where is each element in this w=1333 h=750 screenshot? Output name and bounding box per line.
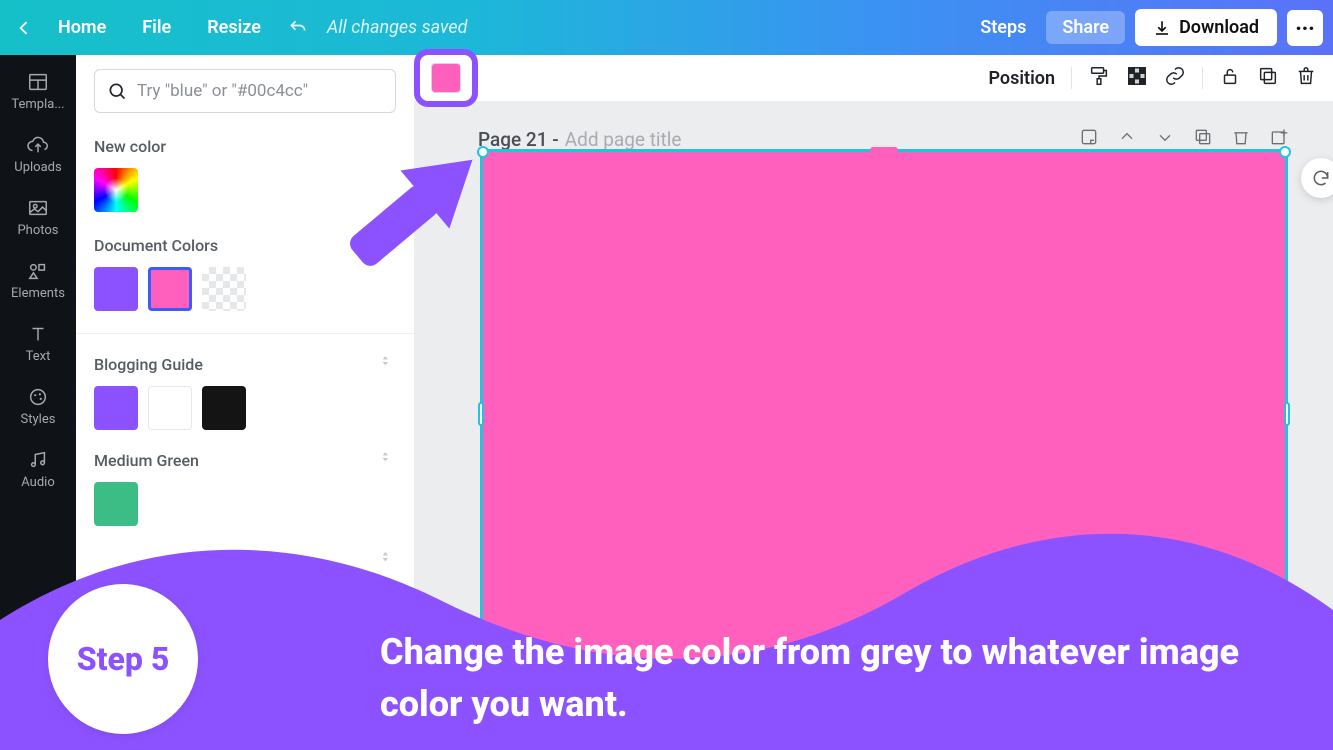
download-label: Download (1179, 17, 1259, 38)
nav-uploads[interactable]: Uploads (0, 124, 76, 187)
back-icon[interactable] (10, 14, 38, 42)
editor-toolbar: Position (414, 55, 1333, 101)
file-menu[interactable]: File (126, 9, 187, 46)
page-notes-icon[interactable] (1079, 127, 1099, 151)
duplicate-icon[interactable] (1257, 65, 1279, 91)
resize-handle-tc[interactable] (870, 147, 898, 153)
refresh-fab[interactable] (1301, 158, 1333, 198)
expand-icon-3[interactable] (380, 550, 396, 570)
color-search[interactable] (94, 69, 396, 113)
color-panel: New color Document Colors Blogging Guide… (76, 55, 414, 750)
expand-icon[interactable] (380, 354, 396, 374)
resize-handle-mr[interactable] (1284, 402, 1290, 426)
transparency-icon[interactable] (1126, 65, 1148, 91)
nav-audio-label: Audio (21, 475, 54, 490)
blogging-guide-heading: Blogging Guide (94, 355, 203, 374)
page-duplicate-icon[interactable] (1193, 127, 1213, 151)
guide-color-purple[interactable] (94, 386, 138, 430)
doc-color-purple[interactable] (94, 267, 138, 311)
doc-color-pink[interactable] (148, 267, 192, 311)
nav-elements-label: Elements (11, 286, 65, 301)
medium-green-heading: Medium Green (94, 451, 199, 470)
nav-photos[interactable]: Photos (0, 187, 76, 250)
top-menu-bar: Home File Resize All changes saved Steps… (0, 0, 1333, 55)
nav-photos-label: Photos (17, 223, 58, 238)
left-nav-rail: Templa... Uploads Photos Elements Text S… (0, 55, 76, 750)
nav-text[interactable]: Text (0, 313, 76, 376)
nav-uploads-label: Uploads (14, 160, 61, 175)
link-icon[interactable] (1164, 65, 1186, 91)
guide-color-white[interactable] (148, 386, 192, 430)
nav-elements[interactable]: Elements (0, 250, 76, 313)
design-page[interactable] (480, 149, 1288, 679)
nav-templates-label: Templa... (11, 97, 64, 112)
more-menu-button[interactable]: ··· (1287, 10, 1323, 46)
save-status: All changes saved (327, 17, 468, 38)
color-search-input[interactable] (137, 81, 383, 101)
page-title-placeholder[interactable]: Add page title (565, 128, 682, 151)
resize-handle-ml[interactable] (478, 402, 484, 426)
page-down-icon[interactable] (1155, 127, 1175, 151)
new-color-picker[interactable] (94, 168, 138, 212)
undo-icon[interactable] (281, 11, 315, 45)
medium-green-swatch[interactable] (94, 482, 138, 526)
canvas-region[interactable]: Page 21 - Add page title (414, 101, 1333, 750)
lock-icon[interactable] (1219, 65, 1241, 91)
resize-menu[interactable]: Resize (191, 9, 277, 46)
steps-button[interactable]: Steps (970, 11, 1036, 44)
current-color-chip[interactable] (414, 49, 478, 107)
resize-handle-tr[interactable] (1279, 146, 1291, 158)
doc-color-transparent[interactable] (202, 267, 246, 311)
page-up-icon[interactable] (1117, 127, 1137, 151)
share-button[interactable]: Share (1046, 11, 1125, 44)
canvas-area: Position Page 21 - Add page title (414, 55, 1333, 750)
position-button[interactable]: Position (988, 68, 1055, 89)
expand-icon-2[interactable] (380, 450, 396, 470)
page-delete-icon[interactable] (1231, 127, 1251, 151)
nav-audio[interactable]: Audio (0, 439, 76, 502)
tutorial-arrow-icon (306, 125, 506, 285)
guide-color-black[interactable] (202, 386, 246, 430)
roller-icon[interactable] (1088, 65, 1110, 91)
nav-styles[interactable]: Styles (0, 376, 76, 439)
delete-icon[interactable] (1295, 65, 1317, 91)
nav-styles-label: Styles (21, 412, 56, 427)
nav-templates[interactable]: Templa... (0, 61, 76, 124)
nav-text-label: Text (26, 349, 51, 364)
download-button[interactable]: Download (1135, 9, 1277, 46)
home-menu[interactable]: Home (42, 9, 122, 46)
